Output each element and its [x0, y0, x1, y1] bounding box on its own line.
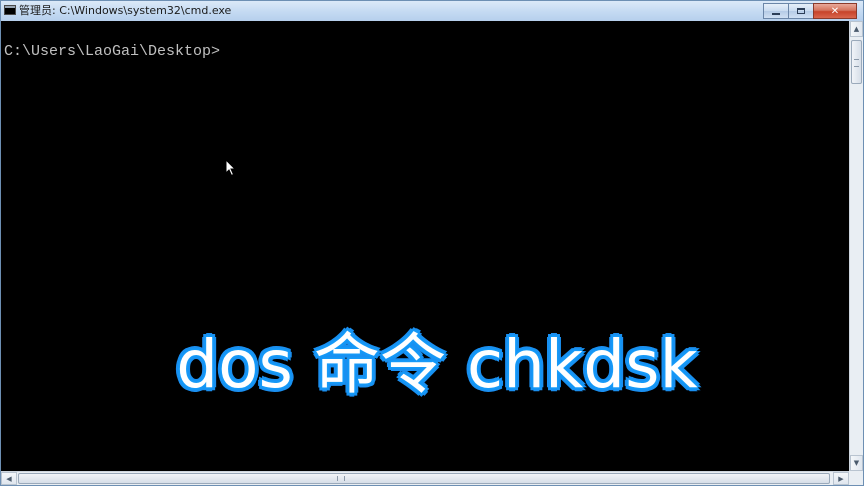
- scroll-up-button[interactable]: ▲: [850, 21, 863, 37]
- arrow-up-icon: ▲: [853, 25, 860, 33]
- video-caption: dos 命令 chkdsk: [176, 326, 698, 403]
- command-prompt[interactable]: C:\Users\LaoGai\Desktop>: [4, 43, 220, 60]
- cmd-window: 管理员: C:\Windows\system32\cmd.exe ✕ C:\Us…: [0, 0, 864, 486]
- grip-icon: [337, 476, 345, 481]
- maximize-button[interactable]: [788, 3, 814, 19]
- scroll-left-button[interactable]: ◀: [1, 472, 17, 485]
- horizontal-scroll-thumb[interactable]: [18, 473, 830, 484]
- close-icon: ✕: [830, 5, 840, 17]
- window-controls: ✕: [763, 3, 857, 19]
- minimize-icon: [772, 13, 780, 15]
- arrow-down-icon: ▼: [853, 459, 860, 467]
- close-button[interactable]: ✕: [813, 3, 857, 19]
- scroll-down-button[interactable]: ▼: [850, 455, 863, 471]
- horizontal-scrollbar[interactable]: ◀ ▶: [1, 471, 849, 485]
- cmd-icon[interactable]: [4, 5, 16, 15]
- grip-icon: [854, 59, 859, 67]
- vertical-scroll-thumb[interactable]: [851, 40, 862, 84]
- minimize-button[interactable]: [763, 3, 789, 19]
- scrollbar-corner: [849, 471, 863, 485]
- arrow-right-icon: ▶: [838, 474, 844, 483]
- maximize-icon: [797, 8, 805, 14]
- window-title: 管理员: C:\Windows\system32\cmd.exe: [19, 4, 232, 17]
- title-bar[interactable]: 管理员: C:\Windows\system32\cmd.exe ✕: [1, 1, 863, 21]
- scroll-right-button[interactable]: ▶: [833, 472, 849, 485]
- vertical-scrollbar[interactable]: ▲ ▼: [849, 21, 863, 471]
- mouse-pointer-icon: [225, 159, 237, 177]
- arrow-left-icon: ◀: [6, 474, 12, 483]
- console-output[interactable]: C:\Users\LaoGai\Desktop> dos 命令 chkdsk: [1, 21, 849, 471]
